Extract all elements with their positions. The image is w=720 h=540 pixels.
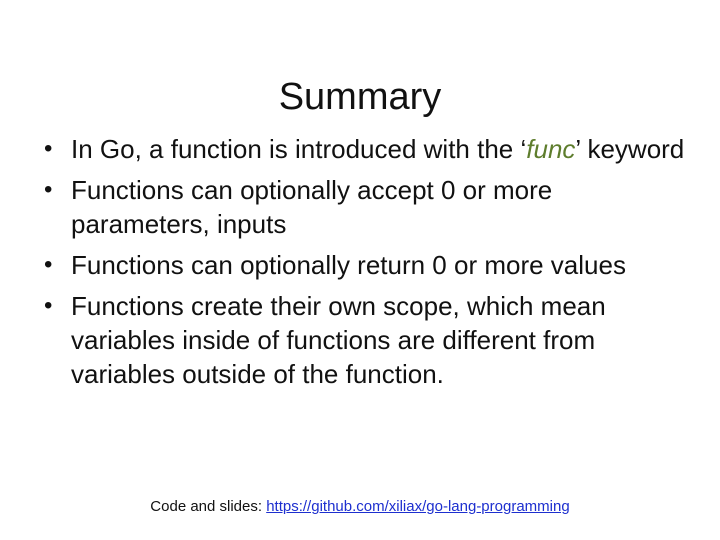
bullet-item-scope: • Functions create their own scope, whic… [44,289,694,391]
bullet-item-return-values: • Functions can optionally return 0 or m… [44,248,694,282]
bullet-text-prefix: In Go, a function is introduced with the… [71,134,527,164]
bullet-text-suffix: ’ keyword [575,134,685,164]
bullet-text: Functions can optionally accept 0 or mor… [71,175,553,239]
bullet-marker: • [44,292,53,319]
summary-bullet-list: • In Go, a function is introduced with t… [44,132,694,398]
github-link[interactable]: https://github.com/xiliax/go-lang-progra… [266,498,569,515]
bullet-marker: • [44,176,53,203]
slide-footer: Code and slides: https://github.com/xili… [0,496,720,518]
bullet-item-func-keyword: • In Go, a function is introduced with t… [44,132,694,166]
slide-title: Summary [278,76,442,119]
func-keyword-emphasis: func [526,134,576,164]
bullet-marker: • [44,135,53,162]
bullet-text: Functions can optionally return 0 or mor… [71,250,626,280]
footer-label: Code and slides: [150,498,267,515]
bullet-item-parameters: • Functions can optionally accept 0 or m… [44,173,694,241]
bullet-marker: • [44,251,53,278]
presentation-slide: Summary • In Go, a function is introduce… [0,0,720,540]
bullet-text: Functions create their own scope, which … [71,291,606,389]
